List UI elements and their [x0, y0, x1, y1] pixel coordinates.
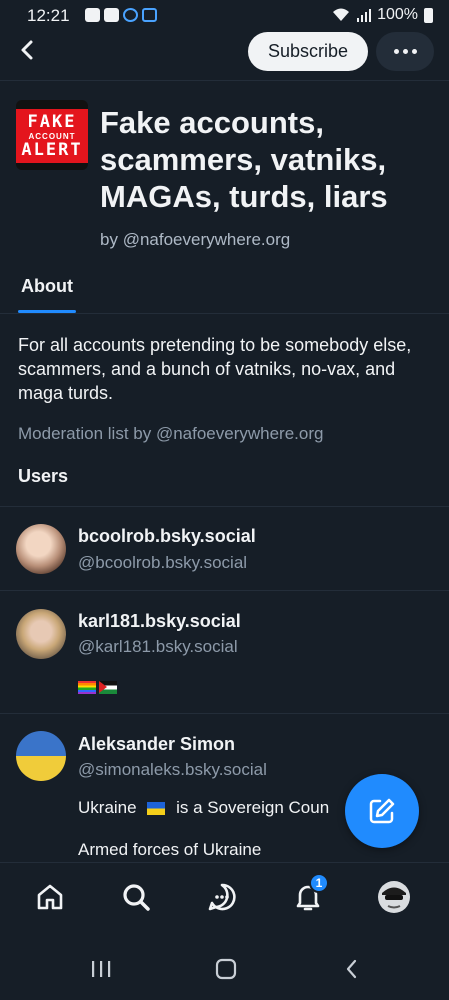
more-dots-icon — [393, 49, 399, 54]
notifications-badge: 1 — [309, 873, 329, 893]
ukraine-flag-icon — [147, 802, 166, 816]
owner-handle-link[interactable]: @nafoeverywhere.org — [123, 230, 291, 249]
user-display-name: Aleksander Simon — [78, 734, 236, 754]
divider — [0, 80, 449, 81]
status-bar: 12:21 100% — [0, 0, 449, 32]
list-description: For all accounts pretending to be somebo… — [18, 335, 412, 403]
tab-about[interactable]: About — [21, 276, 73, 297]
user-bio — [78, 677, 117, 697]
back-button[interactable] — [12, 34, 42, 66]
more-options-button[interactable] — [376, 32, 434, 71]
recent-apps-icon — [92, 961, 111, 977]
nav-search[interactable] — [118, 879, 154, 915]
user-handle: @bcoolrob.bsky.social — [78, 553, 248, 572]
notification-icons — [85, 8, 157, 22]
recent-apps-button[interactable] — [86, 956, 116, 982]
nav-home[interactable] — [32, 879, 68, 915]
users-heading: Users — [18, 466, 69, 486]
list-byline: by @nafoeverywhere.org — [100, 230, 290, 250]
divider — [0, 313, 449, 314]
list-avatar: FAKE ACCOUNT ALERT — [16, 100, 88, 170]
subscribe-button[interactable]: Subscribe — [248, 32, 368, 71]
status-right: 100% — [331, 6, 433, 24]
user-list-item[interactable]: bcoolrob.bsky.social @bcoolrob.bsky.soci… — [0, 507, 449, 591]
user-display-name: karl181.bsky.social — [78, 611, 241, 631]
avatar — [16, 524, 66, 574]
back-system-button[interactable] — [337, 956, 367, 982]
signal-icon — [357, 9, 372, 22]
user-list-item[interactable]: karl181.bsky.social @karl181.bsky.social — [0, 591, 449, 714]
wifi-icon — [333, 8, 350, 21]
top-bar: Subscribe — [0, 32, 449, 82]
gallery-icon — [104, 8, 119, 22]
avatar-icon — [378, 881, 410, 913]
palestine-flag-icon — [99, 681, 117, 695]
home-square-icon — [215, 958, 237, 980]
compose-pencil-icon — [369, 798, 395, 824]
smiley-icon — [123, 8, 138, 22]
battery-icon — [424, 7, 433, 23]
user-display-name: bcoolrob.bsky.social — [78, 526, 256, 546]
fake-account-alert-logo: FAKE ACCOUNT ALERT — [16, 109, 88, 163]
nav-chat[interactable] — [204, 879, 240, 915]
avatar — [16, 609, 66, 659]
list-title: Fake accounts, scammers, vatniks, MAGAs,… — [100, 105, 388, 214]
system-nav-bar — [0, 938, 449, 1000]
user-bio-line: Armed forces of Ukraine — [78, 840, 262, 859]
avatar — [16, 731, 66, 781]
back-arrow-icon — [21, 40, 33, 60]
byline-prefix: by — [100, 230, 118, 249]
search-icon — [123, 884, 150, 911]
user-handle: @simonaleks.bsky.social — [78, 760, 267, 779]
user-bio: Ukraine is a Sovereign Coun — [78, 798, 330, 817]
calendar-icon — [142, 8, 157, 22]
chat-icon — [208, 883, 236, 911]
youtube-icon — [85, 8, 100, 22]
compose-button[interactable] — [345, 774, 419, 848]
nav-profile[interactable] — [376, 879, 412, 915]
battery-percent: 100% — [377, 6, 418, 23]
home-system-button[interactable] — [211, 956, 241, 982]
moderation-list-label: Moderation list by @nafoeverywhere.org — [18, 424, 324, 443]
status-time: 12:21 — [27, 6, 70, 25]
user-handle: @karl181.bsky.social — [78, 637, 238, 656]
rainbow-flag-icon — [78, 681, 96, 695]
chevron-left-icon — [346, 959, 357, 979]
home-icon — [37, 884, 63, 910]
bottom-nav — [0, 862, 449, 938]
